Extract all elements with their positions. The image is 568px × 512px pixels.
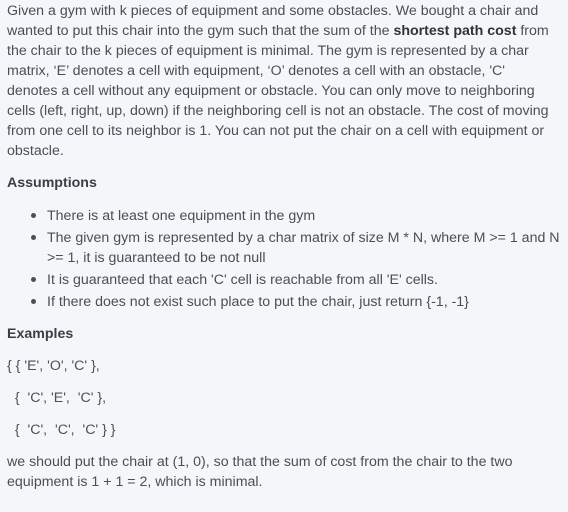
assumption-text: There is at least one equipment in the g… [47, 208, 316, 224]
bullet-icon [31, 277, 36, 282]
assumption-text: The given gym is represented by a char m… [47, 230, 560, 266]
problem-description: Given a gym with k pieces of equipment a… [0, 0, 568, 512]
bullet-icon [31, 213, 36, 218]
intro-bold-term: shortest path cost [393, 23, 517, 39]
assumptions-heading: Assumptions [7, 175, 97, 191]
bullet-icon [31, 299, 36, 304]
intro-text-end: from the chair to the k pieces of equipm… [7, 23, 549, 159]
list-item: If there does not exist such place to pu… [27, 292, 562, 312]
example-matrix-row-3: { 'C', 'C', 'C' } } [7, 422, 116, 438]
bullet-icon [31, 235, 36, 240]
example-explanation: we should put the chair at (1, 0), so th… [7, 454, 513, 490]
list-item: There is at least one equipment in the g… [27, 206, 562, 226]
assumption-text: If there does not exist such place to pu… [47, 294, 469, 310]
assumption-text: It is guaranteed that each 'C' cell is r… [47, 272, 438, 288]
assumptions-list: There is at least one equipment in the g… [7, 206, 562, 312]
examples-heading: Examples [7, 326, 74, 342]
list-item: The given gym is represented by a char m… [27, 228, 562, 268]
example-matrix-row-2: { 'C', 'E', 'C' }, [7, 390, 107, 406]
intro-paragraph: Given a gym with k pieces of equipment a… [7, 1, 559, 161]
list-item: It is guaranteed that each 'C' cell is r… [27, 270, 562, 290]
example-matrix-row-1: { { 'E', 'O', 'C' }, [7, 358, 100, 374]
